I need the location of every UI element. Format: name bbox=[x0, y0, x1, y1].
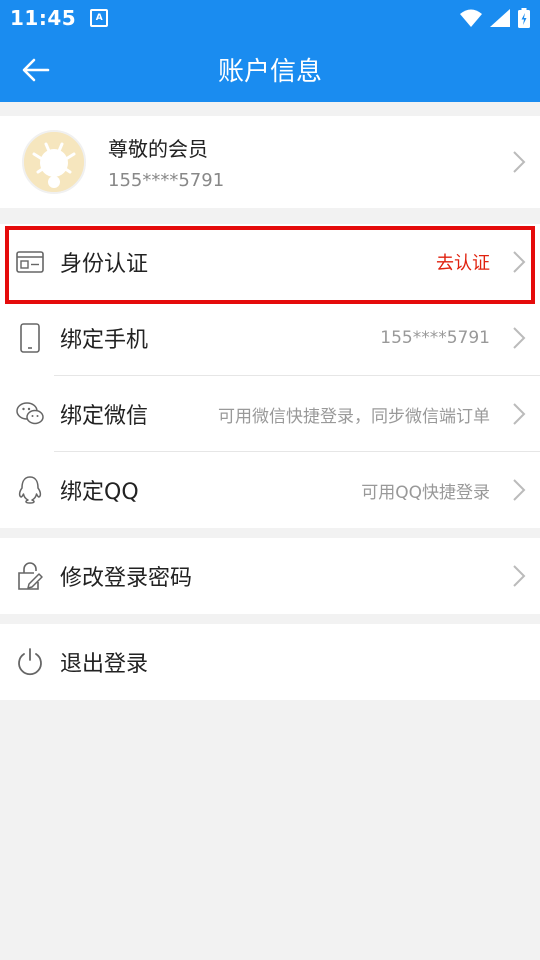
status-icons bbox=[460, 8, 530, 28]
bound-phone-value: 155****5791 bbox=[380, 328, 490, 348]
wifi-icon bbox=[460, 9, 482, 27]
notification-icon: A bbox=[90, 9, 109, 27]
avatar[interactable] bbox=[22, 130, 86, 194]
back-arrow-icon[interactable] bbox=[18, 52, 54, 88]
logout-label: 退出登录 bbox=[60, 652, 149, 677]
signal-icon bbox=[490, 9, 510, 27]
identity-verification-label: 身份认证 bbox=[60, 252, 149, 277]
verify-now-link[interactable]: 去认证 bbox=[436, 249, 490, 275]
account-bindings-group: 身份认证 去认证 绑定手机 155****5791 绑定微信 可用微信快捷登录，… bbox=[0, 224, 540, 528]
password-group: 修改登录密码 bbox=[0, 538, 540, 614]
change-password-row[interactable]: 修改登录密码 bbox=[0, 538, 540, 614]
change-password-label: 修改登录密码 bbox=[60, 566, 193, 591]
qq-hint: 可用QQ快捷登录 bbox=[361, 482, 490, 503]
status-bar: 11:45 A bbox=[0, 0, 540, 36]
power-icon bbox=[18, 648, 42, 676]
status-time: 11:45 bbox=[10, 6, 77, 30]
chevron-right-icon bbox=[513, 403, 526, 425]
bind-wechat-label: 绑定微信 bbox=[60, 404, 149, 429]
profile-phone: 155****5791 bbox=[108, 170, 225, 191]
chevron-right-icon bbox=[513, 565, 526, 587]
bind-qq-label: 绑定QQ bbox=[60, 480, 139, 505]
wechat-hint: 可用微信快捷登录，同步微信端订单 bbox=[218, 406, 490, 427]
profile-card[interactable]: 尊敬的会员 155****5791 bbox=[0, 116, 540, 208]
id-card-icon bbox=[16, 251, 44, 273]
profile-info: 尊敬的会员 155****5791 bbox=[108, 133, 224, 191]
phone-icon bbox=[20, 323, 40, 353]
chevron-right-icon bbox=[513, 479, 526, 501]
identity-verification-row[interactable]: 身份认证 去认证 bbox=[0, 224, 540, 304]
page-title: 账户信息 bbox=[217, 56, 322, 87]
lock-edit-icon bbox=[18, 562, 43, 590]
bind-phone-label: 绑定手机 bbox=[60, 328, 149, 353]
qq-icon bbox=[18, 476, 42, 504]
wechat-icon bbox=[16, 402, 44, 425]
bind-phone-row[interactable]: 绑定手机 155****5791 bbox=[0, 300, 540, 376]
logout-group: 退出登录 bbox=[0, 624, 540, 700]
battery-icon bbox=[518, 8, 530, 28]
chevron-right-icon bbox=[513, 151, 526, 173]
profile-name: 尊敬的会员 bbox=[108, 137, 208, 161]
logout-row[interactable]: 退出登录 bbox=[0, 624, 540, 700]
bind-qq-row[interactable]: 绑定QQ 可用QQ快捷登录 bbox=[0, 452, 540, 528]
bind-wechat-row[interactable]: 绑定微信 可用微信快捷登录，同步微信端订单 bbox=[0, 376, 540, 452]
avatar-image bbox=[24, 132, 84, 192]
app-bar: 账户信息 bbox=[0, 36, 540, 102]
chevron-right-icon bbox=[513, 251, 526, 273]
chevron-right-icon bbox=[513, 327, 526, 349]
